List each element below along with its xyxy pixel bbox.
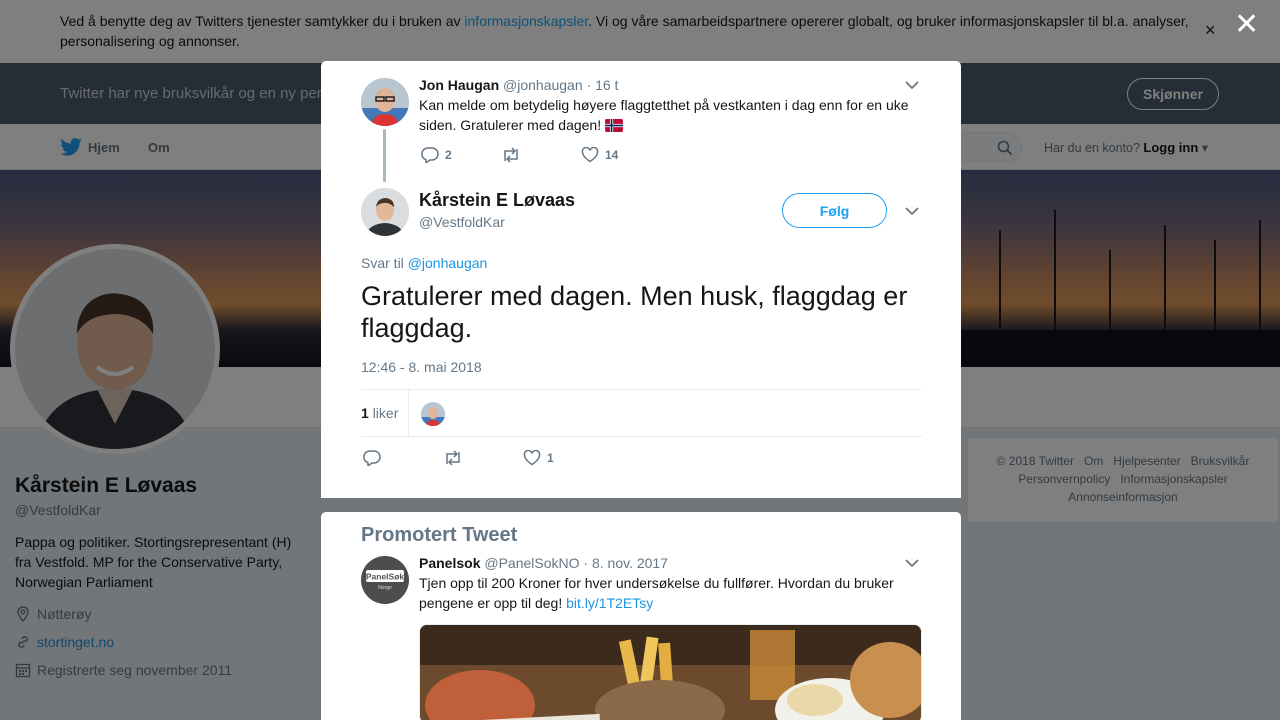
- promoted-link[interactable]: bit.ly/1T2ETsy: [566, 595, 653, 611]
- panelsok-logo-icon: PanelSøk Norge: [361, 556, 409, 604]
- main-tweet-text: Gratulerer med dagen. Men husk, flaggdag…: [361, 281, 908, 343]
- parent-tweet-avatar-image: [361, 78, 409, 126]
- promoted-time[interactable]: · 8. nov. 2017: [583, 555, 668, 571]
- main-tweet-handle[interactable]: @VestfoldKar: [419, 214, 505, 230]
- main-tweet-name[interactable]: Kårstein E Løvaas: [419, 190, 575, 211]
- promoted-handle[interactable]: @PanelSokNO: [484, 555, 579, 571]
- tweet-stats: 1 liker: [361, 389, 922, 437]
- parent-tweet-time[interactable]: · 16 t: [587, 77, 619, 93]
- promoted-name[interactable]: Panelsok: [419, 555, 480, 571]
- promoted-text: Tjen opp til 200 Kroner for hver undersø…: [419, 573, 924, 613]
- promoted-tweet-header: Panelsok @PanelSokNO · 8. nov. 2017: [419, 555, 668, 571]
- reply-prefix: Svar til: [361, 255, 404, 271]
- likes-stat-count: 1: [361, 405, 369, 421]
- norway-flag-icon: [605, 119, 623, 132]
- parent-tweet-actions: 2 14: [421, 147, 618, 163]
- heart-icon: [581, 147, 599, 163]
- like-action[interactable]: 1: [523, 450, 554, 466]
- main-tweet-timestamp[interactable]: 12:46 - 8. mai 2018: [361, 359, 482, 375]
- promoted-tweet-card: Promotert Tweet PanelSøk Norge Panelsok @…: [321, 512, 961, 720]
- reply-context: Svar til @jonhaugan: [361, 255, 487, 271]
- panelsok-logo-text: PanelSøk: [366, 572, 405, 582]
- retweet-action[interactable]: [501, 147, 581, 163]
- like-count: 1: [547, 451, 554, 465]
- reply-action[interactable]: [363, 450, 443, 466]
- reply-icon: [421, 147, 439, 163]
- stats-divider: [408, 390, 409, 437]
- heart-icon: [523, 450, 541, 466]
- promoted-image[interactable]: [419, 624, 922, 720]
- retweet-action[interactable]: [443, 450, 523, 466]
- promoted-title: Promotert Tweet: [361, 524, 518, 546]
- promoted-food-photo: [420, 625, 921, 720]
- promoted-avatar[interactable]: PanelSøk Norge: [361, 556, 409, 604]
- liker-avatar[interactable]: [421, 402, 445, 426]
- chevron-down-icon[interactable]: [905, 80, 919, 90]
- retweet-icon: [446, 450, 460, 466]
- likes-stat-label: liker: [372, 405, 399, 421]
- tweet-permalink-modal: Jon Haugan @jonhaugan · 16 t Kan melde o…: [321, 61, 961, 498]
- parent-tweet-body: Kan melde om betydelig høyere flaggtetth…: [419, 97, 909, 133]
- chevron-down-icon[interactable]: [905, 206, 919, 216]
- parent-tweet-handle[interactable]: @jonhaugan: [503, 77, 583, 93]
- follow-button[interactable]: Følg: [782, 193, 887, 228]
- retweet-icon: [504, 147, 518, 163]
- like-count: 14: [605, 148, 619, 162]
- main-tweet-avatar-image: [361, 188, 409, 236]
- thread-connector-line: [383, 129, 386, 182]
- main-tweet-actions: 1: [363, 450, 554, 466]
- panelsok-logo-subtext: Norge: [378, 585, 392, 591]
- reply-count: 2: [445, 148, 452, 162]
- parent-tweet-text: Kan melde om betydelig høyere flaggtetth…: [419, 95, 924, 135]
- reply-icon: [363, 450, 381, 466]
- close-overlay-icon[interactable]: ✕: [1234, 10, 1259, 40]
- likes-stat[interactable]: 1 liker: [361, 405, 398, 421]
- parent-tweet-header: Jon Haugan @jonhaugan · 16 t: [419, 77, 618, 93]
- main-tweet-avatar[interactable]: [361, 188, 409, 236]
- parent-tweet-name[interactable]: Jon Haugan: [419, 77, 499, 93]
- liker-avatar-image: [421, 402, 445, 426]
- like-action[interactable]: 14: [581, 147, 618, 163]
- reply-to-link[interactable]: @jonhaugan: [408, 255, 488, 271]
- promoted-body: Tjen opp til 200 Kroner for hver undersø…: [419, 575, 894, 611]
- reply-action[interactable]: 2: [421, 147, 501, 163]
- parent-tweet-avatar[interactable]: [361, 78, 409, 126]
- chevron-down-icon[interactable]: [905, 558, 919, 568]
